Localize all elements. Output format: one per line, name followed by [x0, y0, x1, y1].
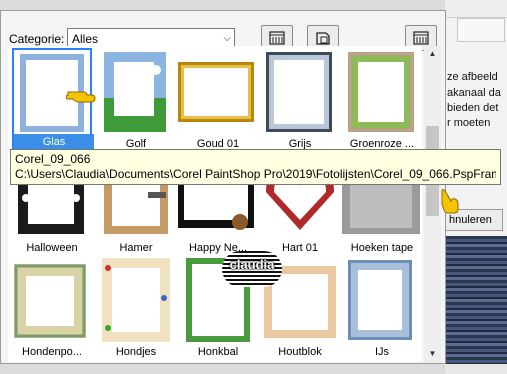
- grid-view-icon: [413, 31, 429, 45]
- background-bottom: [445, 364, 507, 374]
- category-value: Alles: [72, 32, 99, 46]
- tooltip-title: Corel_09_066: [15, 152, 91, 166]
- file-path-tooltip: Corel_09_066 C:\Users\Claudia\Documents\…: [10, 149, 501, 185]
- grid-item-label: Hondenpo...: [22, 346, 82, 358]
- tooltip-path: C:\Users\Claudia\Documents\Corel PaintSh…: [15, 167, 496, 181]
- grid-item-label: Honkbal: [197, 346, 239, 358]
- frame-thumbnail: [348, 52, 414, 132]
- grid-item-label: Hamer: [119, 242, 153, 254]
- watermark-logo: claudia: [222, 251, 282, 287]
- grid-item-goud-01[interactable]: Goud 01: [178, 48, 258, 152]
- background-text-line: bieden det: [447, 102, 499, 114]
- pointing-hand-icon: [66, 91, 96, 103]
- grid-item-label: Halloween: [26, 242, 78, 254]
- background-text-line: ze afbeeld: [447, 71, 498, 83]
- category-label: Categorie:: [9, 32, 65, 46]
- grid-item-label: IJs: [374, 346, 390, 358]
- grid-item-hondjes[interactable]: Hondjes: [96, 256, 176, 360]
- grid-item-grijs[interactable]: Grijs: [260, 48, 340, 152]
- frame-thumbnail: [102, 258, 170, 342]
- background-window: ze afbeeld akanaal da bieden det r moete…: [445, 0, 507, 374]
- grid-item-ijs[interactable]: IJs: [342, 256, 422, 360]
- background-title-strip: [445, 0, 507, 18]
- grid-item-hondenpoten[interactable]: Hondenpo...: [12, 256, 92, 360]
- frame-thumbnail: [14, 264, 86, 338]
- frame-thumbnail: [104, 52, 166, 132]
- frame-thumbnail: [266, 52, 332, 132]
- grid-item-label: Glas: [14, 134, 94, 150]
- grid-item-groenroze[interactable]: Groenroze ...: [342, 48, 422, 152]
- grid-item-golf[interactable]: Golf: [96, 48, 176, 152]
- background-image-preview: [445, 236, 507, 364]
- background-button-top[interactable]: [457, 18, 505, 42]
- scroll-down-icon[interactable]: ▼: [424, 346, 441, 362]
- folder-icon: [316, 32, 330, 45]
- frame-thumbnail: [348, 260, 412, 340]
- scroll-up-icon[interactable]: ▲: [424, 46, 441, 62]
- watermark-text: claudia: [229, 257, 275, 272]
- pointing-hand-icon: [441, 189, 459, 214]
- frame-thumbnail: [178, 62, 254, 122]
- grid-item-label: Houtblok: [278, 346, 322, 358]
- grid-item-label: Hoeken tape: [350, 242, 414, 254]
- background-text-line: r moeten: [447, 117, 491, 129]
- grid-view-icon: [269, 31, 285, 45]
- grid-item-label: Hondjes: [115, 346, 157, 358]
- background-text-line: akanaal da: [447, 87, 501, 99]
